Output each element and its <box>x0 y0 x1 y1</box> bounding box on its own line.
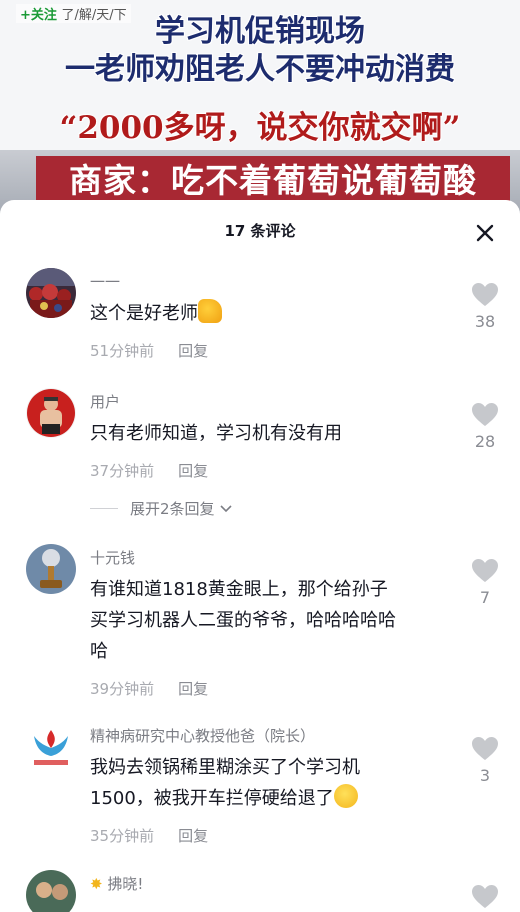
heart-icon <box>472 283 498 306</box>
like-count: 38 <box>474 312 496 331</box>
comment-text: 只有老师知道，学习机有没有用 <box>90 423 342 444</box>
comment-author[interactable]: 精神病研究中心教授他爸（院长） <box>90 726 460 746</box>
comment-text: 有谁知道1818黄金眼上，那个给孙子 买学习机器人二蛋的爷爷，哈哈哈哈哈 哈 <box>90 574 460 667</box>
avatar[interactable] <box>26 870 76 912</box>
heart-icon <box>472 737 498 760</box>
comment-author[interactable]: 用户 <box>90 392 460 412</box>
comment-text: 这个是好老师 <box>90 298 460 329</box>
laughing-emoji-icon <box>333 784 358 808</box>
comment-text-line: 有谁知道1818黄金眼上，那个给孙子 <box>90 579 388 600</box>
avatar-image <box>26 544 76 594</box>
comment-meta: 51分钟前 回复 <box>90 341 460 361</box>
close-icon <box>476 224 494 242</box>
avatar[interactable] <box>26 544 76 594</box>
reply-button[interactable]: 回复 <box>178 462 208 480</box>
sun-emoji-icon: ✸ <box>90 875 103 893</box>
comment-time: 37分钟前 <box>90 462 155 480</box>
comment-author[interactable]: ✸ 拂晓! <box>90 874 460 894</box>
comment-count-title: 17 条评论 <box>224 222 296 240</box>
like-button[interactable]: 38 <box>470 282 500 331</box>
like-button[interactable] <box>470 884 500 910</box>
expand-replies-button[interactable]: 展开2条回复 <box>90 498 234 519</box>
avatar-image <box>26 870 76 912</box>
like-count: 7 <box>479 588 491 607</box>
comment-text-content: 1500，被我开车拦停硬给退了 <box>90 788 334 809</box>
comment-text-line: 买学习机器人二蛋的爷爷，哈哈哈哈哈 <box>90 610 396 631</box>
chevron-down-icon <box>219 504 232 512</box>
avatar[interactable] <box>26 722 76 772</box>
heart-icon <box>472 403 498 426</box>
reply-button[interactable]: 回复 <box>178 342 208 360</box>
reply-button[interactable]: 回复 <box>178 680 208 698</box>
avatar[interactable] <box>26 268 76 318</box>
headline-caption: 商家：吃不着葡萄说葡萄酸 <box>36 156 510 206</box>
comment-meta: 39分钟前 回复 <box>90 679 460 699</box>
comment-meta: 37分钟前 回复 <box>90 461 460 481</box>
comment-author[interactable]: 一一 <box>90 272 460 292</box>
avatar-image <box>26 388 76 438</box>
heart-icon <box>472 559 498 582</box>
comment-text-line: 我妈去领锅稀里糊涂买了个学习机 <box>90 757 360 778</box>
thumbs-up-emoji-icon <box>198 299 222 323</box>
headline-quote: “2000多呀，说交你就交啊” <box>59 110 461 146</box>
comment-text-line: 哈 <box>90 641 108 662</box>
comment-time: 51分钟前 <box>90 342 155 360</box>
comment-meta: 35分钟前 回复 <box>90 826 460 846</box>
avatar[interactable] <box>26 388 76 438</box>
headline-line-2: 一老师劝阻老人不要冲动消费 <box>65 52 455 87</box>
sheet-header: 17 条评论 <box>0 200 520 260</box>
like-count: 28 <box>474 432 496 451</box>
comment-time: 35分钟前 <box>90 827 155 845</box>
avatar-image <box>26 722 76 772</box>
comment-sheet: 17 条评论 一一 这个是好老师 51分钟前 回复 38 用户 只有老师知道，学… <box>0 200 520 912</box>
close-button[interactable] <box>474 222 496 244</box>
like-button[interactable]: 7 <box>470 558 500 607</box>
like-button[interactable]: 28 <box>470 402 500 451</box>
comment-text-content: 这个是好老师 <box>90 303 198 324</box>
comment-text-line: 1500，被我开车拦停硬给退了 <box>90 783 460 814</box>
expand-replies-label: 展开2条回复 <box>130 500 215 518</box>
like-button[interactable]: 3 <box>470 736 500 785</box>
divider-line <box>90 508 118 509</box>
comment-author-name: 拂晓! <box>107 875 144 893</box>
comment-author[interactable]: 十元钱 <box>90 548 460 568</box>
video-banner: +关注 了/解/天/下 学习机促销现场 一老师劝阻老人不要冲动消费 “2000多… <box>0 0 520 230</box>
heart-icon <box>472 885 498 908</box>
like-count: 3 <box>479 766 491 785</box>
avatar-image <box>26 268 76 318</box>
reply-button[interactable]: 回复 <box>178 827 208 845</box>
comment-text: 我妈去领锅稀里糊涂买了个学习机 1500，被我开车拦停硬给退了 <box>90 752 460 814</box>
comment-time: 39分钟前 <box>90 680 155 698</box>
